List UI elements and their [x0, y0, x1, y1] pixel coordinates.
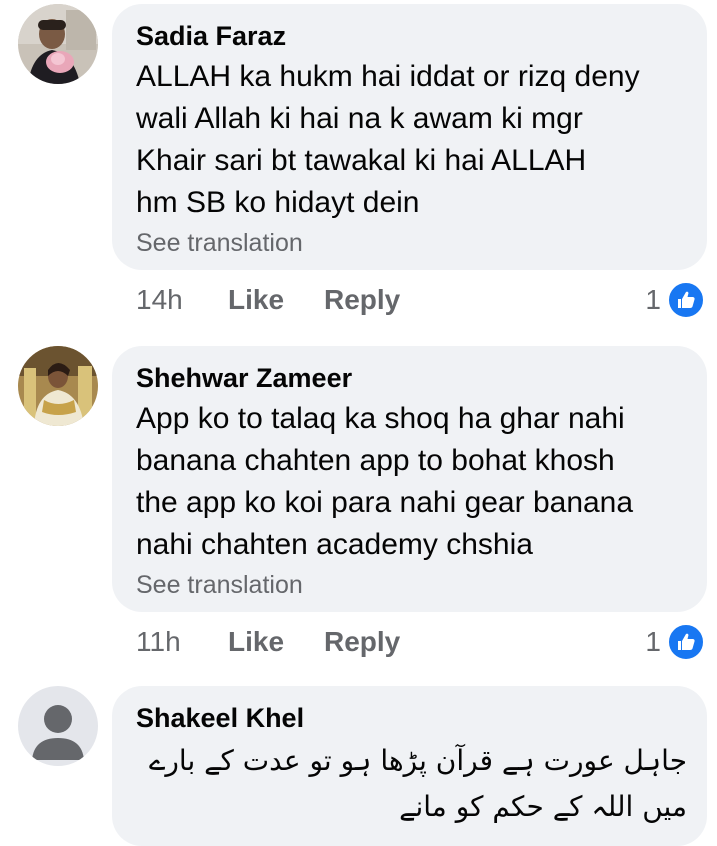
comment-author[interactable]: Shehwar Zameer — [136, 362, 687, 394]
avatar[interactable] — [18, 686, 98, 766]
like-reaction-icon — [667, 623, 705, 661]
comment-text: App ko to talaq ka shoq ha ghar nahi ban… — [136, 402, 634, 561]
reaction-count: 1 — [645, 284, 661, 315]
comment-text: ALLAH ka hukm hai iddat or rizq deny wal… — [136, 60, 640, 219]
avatar[interactable] — [18, 4, 98, 84]
reply-button[interactable]: Reply — [324, 280, 400, 320]
see-translation-link[interactable]: See translation — [136, 226, 687, 260]
comment-bubble: Sadia Faraz ALLAH ka hukm hai iddat or r… — [112, 4, 707, 270]
comment-author[interactable]: Shakeel Khel — [136, 702, 687, 734]
like-reaction-icon — [667, 281, 705, 319]
comment-timestamp[interactable]: 11h — [136, 622, 181, 662]
profile-photo — [18, 4, 98, 84]
default-avatar-icon — [18, 686, 98, 766]
comment-actions: 14h Like Reply 1 — [136, 280, 705, 320]
reply-button[interactable]: Reply — [324, 622, 400, 662]
comment-text: جاہل عورت ہے قرآن پڑھا ہو تو عدت کے بارے… — [148, 744, 687, 823]
reaction-summary[interactable]: 1 — [645, 622, 705, 662]
see-translation-link[interactable]: See translation — [136, 568, 687, 602]
reaction-summary[interactable]: 1 — [645, 280, 705, 320]
comment-timestamp[interactable]: 14h — [136, 280, 183, 320]
avatar[interactable] — [18, 346, 98, 426]
comment-bubble: Shakeel Khel جاہل عورت ہے قرآن پڑھا ہو ت… — [112, 686, 707, 846]
comment-author[interactable]: Sadia Faraz — [136, 20, 687, 52]
reaction-count: 1 — [645, 626, 661, 657]
profile-photo — [18, 346, 98, 426]
like-button[interactable]: Like — [228, 280, 284, 320]
comment-actions: 11h Like Reply 1 — [136, 622, 705, 662]
comment-bubble: Shehwar Zameer App ko to talaq ka shoq h… — [112, 346, 707, 612]
like-button[interactable]: Like — [228, 622, 284, 662]
